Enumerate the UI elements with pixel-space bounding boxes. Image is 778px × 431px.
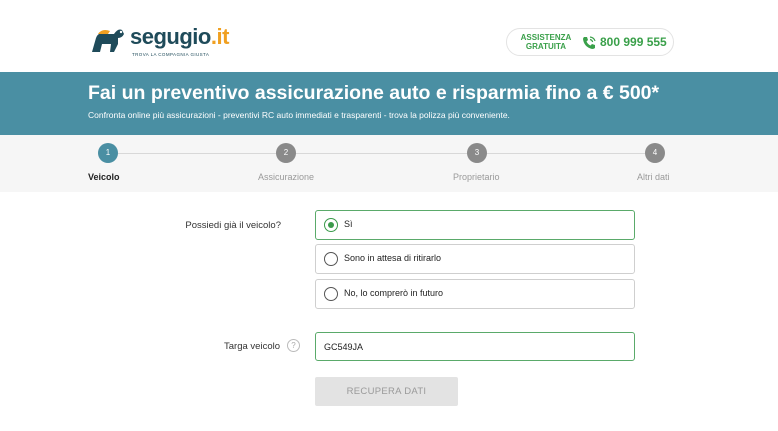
step-1-label: Veicolo (88, 172, 120, 182)
assistance-badge[interactable]: ASSISTENZA GRATUITA 800 999 555 (506, 28, 674, 56)
radio-button[interactable] (324, 287, 338, 301)
stepper-line (98, 153, 658, 154)
radio-option-in-attesa[interactable]: Sono in attesa di ritirarlo (315, 244, 635, 274)
page: segugio.it TROVA LA COMPAGNIA GIUSTA ASS… (0, 0, 778, 431)
targa-input[interactable] (315, 332, 635, 361)
radio-label: No, lo comprerò in futuro (344, 288, 444, 298)
dog-logo-icon (92, 29, 124, 52)
banner-title: Fai un preventivo assicurazione auto e r… (88, 82, 660, 104)
banner-subtitle: Confronta online più assicurazioni - pre… (88, 110, 510, 120)
step-2-circle: 2 (276, 143, 296, 163)
recupera-dati-button[interactable]: RECUPERA DATI (315, 377, 458, 406)
radio-button[interactable] (324, 218, 338, 232)
segugio-logo[interactable]: segugio.it TROVA LA COMPAGNIA GIUSTA (88, 18, 238, 60)
phone-number[interactable]: 800 999 555 (600, 35, 667, 49)
assistance-line1: ASSISTENZA (520, 33, 572, 42)
radio-selected-dot (328, 222, 334, 228)
vehicle-ownership-question: Possiedi già il veicolo? (185, 220, 281, 231)
radio-label: Sì (344, 219, 353, 229)
step-4-label: Altri dati (637, 172, 670, 182)
help-icon[interactable]: ? (287, 339, 300, 352)
step-4-circle: 4 (645, 143, 665, 163)
radio-button[interactable] (324, 252, 338, 266)
logo-tld: .it (210, 24, 230, 49)
step-3-circle: 3 (467, 143, 487, 163)
step-2-label: Assicurazione (258, 172, 315, 182)
phone-icon (583, 36, 596, 49)
progress-stepper (0, 135, 778, 192)
step-1-circle: 1 (98, 143, 118, 163)
radio-option-si[interactable]: Sì (315, 210, 635, 240)
step-3-label: Proprietario (453, 172, 500, 182)
logo-name: segugio (130, 24, 211, 49)
assistance-label: ASSISTENZA GRATUITA (517, 33, 575, 51)
logo-wordmark: segugio.it (130, 24, 229, 50)
targa-label: Targa veicolo (224, 341, 280, 352)
hero-banner: Fai un preventivo assicurazione auto e r… (0, 72, 778, 135)
header: segugio.it TROVA LA COMPAGNIA GIUSTA ASS… (0, 0, 778, 72)
assistance-line2: GRATUITA (525, 42, 567, 51)
logo-tagline: TROVA LA COMPAGNIA GIUSTA (132, 52, 210, 57)
radio-label: Sono in attesa di ritirarlo (344, 253, 442, 263)
radio-option-futuro[interactable]: No, lo comprerò in futuro (315, 279, 635, 309)
